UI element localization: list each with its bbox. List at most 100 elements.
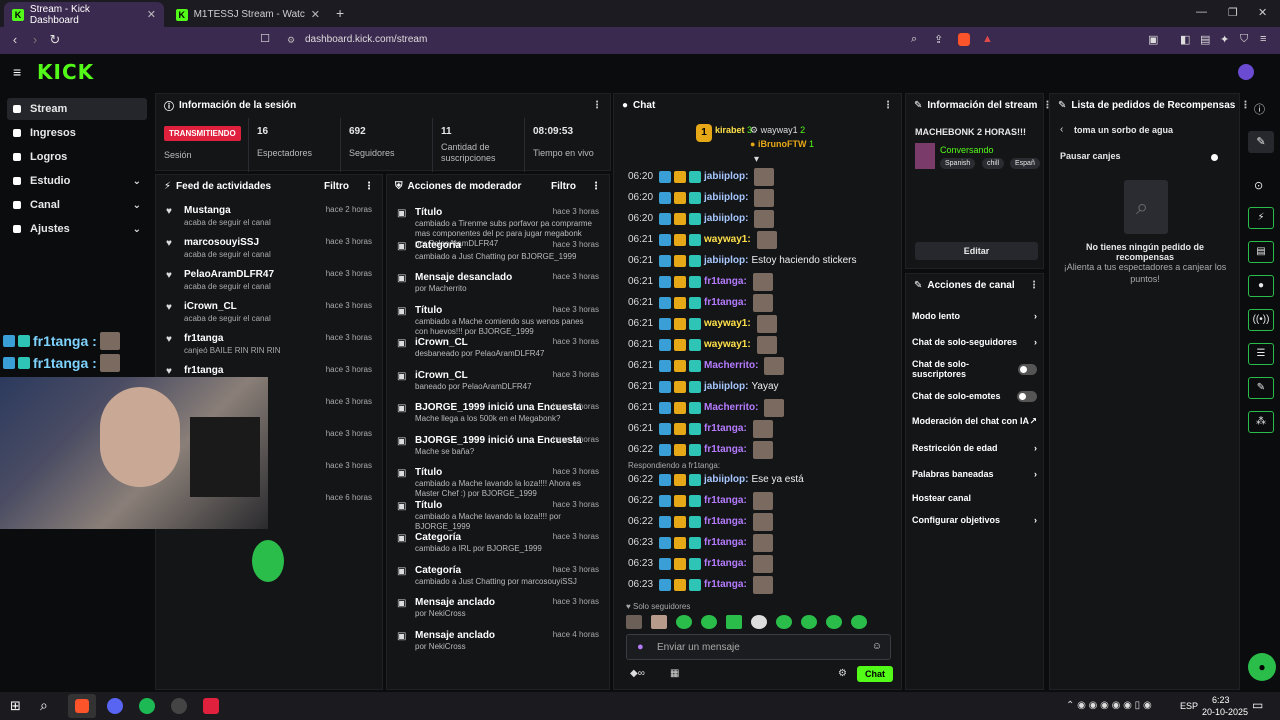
info-icon[interactable]: ⓘ — [1254, 101, 1265, 117]
chat-message[interactable]: 06:21 fr1tanga: — [628, 271, 773, 292]
brave-shield-icon[interactable] — [958, 33, 970, 46]
edit-icon[interactable]: ✎ — [1248, 131, 1274, 153]
edit-button[interactable]: Editar — [915, 242, 1038, 260]
sidebar-icon[interactable]: ▣ — [1148, 33, 1158, 46]
obs-icon[interactable] — [171, 698, 187, 714]
sidebar-item-estudio[interactable]: Estudio ⌄ — [7, 170, 147, 192]
spotify-icon[interactable] — [139, 698, 155, 714]
windows-start-icon[interactable]: ⊞ — [10, 698, 21, 714]
channel-action-item[interactable]: Chat de solo-suscriptores — [912, 359, 1037, 379]
chat-bubble-icon[interactable]: ● — [1248, 275, 1274, 297]
chat-username[interactable]: wayway1: — [704, 234, 751, 245]
tab-kick-dashboard[interactable]: K Stream - Kick Dashboard ✕ — [4, 2, 164, 27]
forward-icon[interactable]: › — [24, 32, 46, 47]
chat-username[interactable]: jabiiplop: — [704, 255, 748, 266]
chat-username[interactable]: jabiiplop: — [704, 192, 748, 203]
chat-message[interactable]: 06:21 Macherrito: — [628, 397, 785, 418]
close-window-icon[interactable]: ✕ — [1258, 6, 1267, 19]
app-icon[interactable] — [203, 698, 219, 714]
filter-button[interactable]: Filtro — [324, 181, 349, 192]
chat-message[interactable]: 06:21 fr1tanga: — [628, 292, 773, 313]
hamburger-menu-icon[interactable]: ≡ — [13, 64, 21, 80]
expand-icon[interactable]: ▾ — [754, 154, 759, 165]
sidebar-item-logros[interactable]: Logros — [7, 146, 147, 168]
chat-message[interactable]: 06:21 wayway1: — [628, 334, 777, 355]
more-icon[interactable]: ⋮ — [883, 100, 893, 111]
chat-username[interactable]: fr1tanga: — [704, 579, 747, 590]
sidebar-item-stream[interactable]: Stream — [7, 98, 147, 120]
chat-username[interactable]: Macherrito: — [704, 402, 758, 413]
sidebar-item-ajustes[interactable]: Ajustes ⌄ — [7, 218, 147, 240]
mic-icon[interactable]: ● — [637, 641, 644, 653]
help-chat-icon[interactable]: ● — [1248, 653, 1276, 681]
chat-message[interactable]: 06:21 wayway1: — [628, 313, 777, 334]
chat-input[interactable]: ● Enviar un mensaje ☺ — [626, 634, 891, 660]
chat-message[interactable]: 06:20 jabiiplop: — [628, 166, 775, 187]
chat-message[interactable]: 06:22 fr1tanga: — [628, 490, 773, 511]
maximize-icon[interactable]: ❐ — [1228, 6, 1238, 19]
brave-taskbar-icon[interactable] — [68, 694, 96, 718]
chat-username[interactable]: fr1tanga: — [704, 516, 747, 527]
kick-logo[interactable]: KICK — [37, 60, 94, 84]
chat-username[interactable]: fr1tanga: — [704, 276, 747, 287]
tray-icons[interactable]: ⌃ ◉ ◉ ◉ ◉ ◉ ▯ ◉ — [1066, 700, 1152, 711]
emote-icon[interactable] — [801, 615, 817, 629]
chat-message[interactable]: 06:21 wayway1: — [628, 229, 777, 250]
chat-message[interactable]: 06:22 fr1tanga: — [628, 439, 773, 460]
chat-message[interactable]: 06:22 fr1tanga: — [628, 511, 773, 532]
chat-username[interactable]: jabiiplop: — [704, 381, 748, 392]
emote-icon[interactable] — [851, 615, 867, 629]
tab-stream[interactable]: K M1TESSJ Stream - Watch Live on ✕ — [168, 2, 328, 27]
share-icon[interactable]: ⇪ — [934, 33, 943, 46]
chat-message[interactable]: 06:21 jabiiplop: Yayay — [628, 376, 779, 397]
chat-username[interactable]: wayway1: — [704, 318, 751, 329]
more-icon[interactable]: ⋮ — [364, 181, 374, 192]
back-icon[interactable]: ‹ — [4, 32, 26, 47]
emote-icon[interactable] — [776, 615, 792, 629]
vpn-icon[interactable]: ⛉ — [1240, 33, 1248, 46]
chat-message[interactable]: 06:20 jabiiplop: — [628, 208, 775, 229]
minimize-icon[interactable]: — — [1196, 6, 1207, 18]
toggle-switch[interactable] — [1017, 390, 1037, 402]
emote-icon[interactable] — [751, 615, 767, 629]
more-icon[interactable]: ⋮ — [591, 181, 601, 192]
site-info-icon[interactable]: ⚙ — [287, 35, 295, 46]
wrench-icon[interactable]: ✎ — [1248, 377, 1274, 399]
bookmark-icon[interactable]: ☐ — [254, 32, 276, 45]
chat-username[interactable]: wayway1: — [704, 339, 751, 350]
close-tab-icon[interactable]: ✕ — [311, 8, 320, 21]
brave-rewards-icon[interactable]: ▲ — [982, 33, 993, 45]
chat-username[interactable]: fr1tanga: — [704, 297, 747, 308]
chat-username[interactable]: jabiiplop: — [704, 474, 748, 485]
chat-message[interactable]: 06:20 jabiiplop: — [628, 187, 775, 208]
discord-icon[interactable] — [107, 698, 123, 714]
more-icon[interactable]: ⋮ — [1029, 280, 1039, 291]
badges-icon[interactable]: ◆∞ — [630, 668, 645, 679]
chat-username[interactable]: jabiiplop: — [704, 213, 748, 224]
avatar[interactable] — [1238, 64, 1254, 80]
chat-username[interactable]: fr1tanga: — [704, 444, 747, 455]
channel-action-item[interactable]: Chat de solo-emotes — [912, 386, 1037, 406]
chat-username[interactable]: fr1tanga: — [704, 537, 747, 548]
nodes-icon[interactable]: ⁂ — [1248, 411, 1274, 433]
channel-action-item[interactable]: Chat de solo-seguidores › — [912, 332, 1037, 352]
reload-icon[interactable]: ↻ — [44, 32, 66, 48]
channel-action-item[interactable]: Modo lento › — [912, 306, 1037, 326]
channel-action-item[interactable]: Restricción de edad › — [912, 438, 1037, 458]
chat-message[interactable]: 06:23 fr1tanga: — [628, 532, 773, 553]
leo-icon[interactable]: ✦ — [1220, 33, 1229, 46]
chat-message[interactable]: 06:21 fr1tanga: — [628, 418, 773, 439]
clock-date[interactable]: 20-10-2025 — [1202, 707, 1248, 717]
notifications-icon[interactable]: ▭ — [1252, 698, 1263, 712]
emoji-icon[interactable]: ☺ — [872, 641, 882, 652]
chat-message[interactable]: 06:23 fr1tanga: — [628, 574, 773, 595]
list-icon[interactable]: ☰ — [1248, 343, 1274, 365]
back-chevron-icon[interactable]: ‹ — [1060, 124, 1063, 135]
store-icon[interactable]: ▦ — [670, 668, 679, 679]
channel-action-item[interactable]: Hostear canal — [912, 488, 1037, 508]
broadcast-icon[interactable]: ((•)) — [1248, 309, 1274, 331]
clock-time[interactable]: 6:23 — [1212, 695, 1230, 705]
wallet-icon[interactable]: ▤ — [1200, 33, 1210, 46]
close-tab-icon[interactable]: ✕ — [147, 8, 156, 21]
search-icon[interactable]: ⌕ — [40, 697, 48, 714]
